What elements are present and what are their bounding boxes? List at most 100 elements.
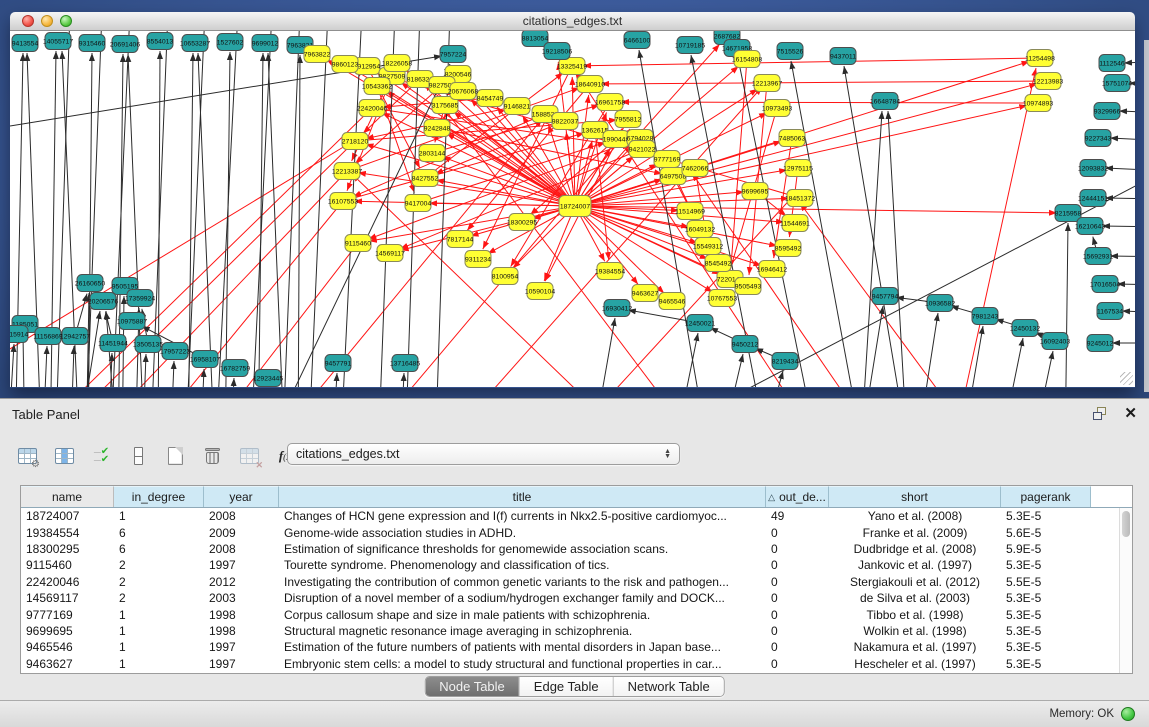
tab-network-table[interactable]: Network Table — [614, 677, 724, 696]
graph-node[interactable]: 16049132 — [685, 221, 715, 238]
graph-node[interactable]: 8427552 — [412, 170, 439, 187]
graph-node[interactable]: 16648784 — [870, 93, 900, 110]
graph-node[interactable]: 8545492 — [705, 255, 732, 272]
graph-node[interactable]: 16946412 — [757, 261, 787, 278]
graph-node[interactable]: 1990448 — [603, 131, 630, 148]
graph-node[interactable]: 9146821 — [504, 98, 531, 115]
graph-node[interactable]: 7462066 — [682, 160, 709, 177]
table-selector-dropdown[interactable]: citations_edges.txt ▲▼ — [287, 443, 680, 465]
graph-node[interactable]: 9227343 — [1085, 130, 1112, 147]
table-row[interactable]: 1938455462009Genome-wide association stu… — [21, 524, 1132, 540]
graph-node[interactable]: 17359924 — [125, 290, 155, 307]
graph-node[interactable]: 9413554 — [12, 35, 39, 52]
graph-node[interactable]: 3915914 — [10, 326, 28, 343]
graph-node[interactable]: 7817144 — [447, 231, 474, 248]
graph-node[interactable]: 9329966 — [1094, 103, 1121, 120]
graph-node[interactable]: 10653287 — [180, 35, 210, 52]
graph-node[interactable]: 15549312 — [693, 238, 723, 255]
close-window-icon[interactable] — [22, 15, 34, 27]
graph-node[interactable]: 7955812 — [615, 111, 642, 128]
graph-node[interactable]: 12213967 — [752, 75, 782, 92]
tab-edge-table[interactable]: Edge Table — [520, 677, 614, 696]
graph-node[interactable]: 11254498 — [1025, 50, 1055, 67]
graph-node[interactable]: 10719185 — [675, 37, 705, 54]
graph-node[interactable]: 12450021 — [685, 315, 715, 332]
column-header-short[interactable]: short — [829, 486, 1001, 507]
graph-node[interactable]: 7515526 — [777, 43, 804, 60]
table-row[interactable]: 946362711997Embryonic stem cells: a mode… — [21, 656, 1132, 672]
graph-node[interactable]: 7963822 — [304, 46, 331, 63]
graph-node[interactable]: 7957224 — [440, 46, 467, 63]
graph-node[interactable]: 2803144 — [419, 145, 446, 162]
graph-node[interactable]: 11544691 — [780, 215, 810, 232]
graph-node[interactable]: 2718120 — [342, 133, 369, 150]
graph-node[interactable]: 8100954 — [492, 268, 519, 285]
graph-node[interactable]: 1167534 — [1097, 303, 1123, 320]
graph-node[interactable]: 16210643 — [1075, 218, 1105, 235]
graph-node[interactable]: 10590104 — [525, 283, 555, 300]
graph-node[interactable]: 10974893 — [1023, 95, 1053, 112]
column-header-name[interactable]: name — [21, 486, 114, 507]
graph-node[interactable]: 26160650 — [75, 275, 105, 292]
graph-node[interactable]: 8215958 — [1055, 205, 1082, 222]
graph-node[interactable]: 9437011 — [830, 48, 856, 65]
graph-node[interactable]: 9457794 — [872, 288, 899, 305]
graph-node[interactable]: 6466100 — [624, 32, 651, 49]
graph-node[interactable]: 9463627 — [632, 285, 659, 302]
column-header-title[interactable]: title — [279, 486, 766, 507]
graph-node[interactable]: 9505493 — [735, 278, 762, 295]
graph-node[interactable]: 18226058 — [382, 55, 412, 72]
graph-node[interactable]: 8595492 — [775, 240, 802, 257]
column-header-pagerank[interactable]: pagerank — [1001, 486, 1091, 507]
graph-node[interactable]: 9450212 — [732, 336, 759, 353]
graph-node[interactable]: 9242848 — [424, 120, 451, 137]
graph-node[interactable]: 20676068 — [448, 83, 478, 100]
graph-node[interactable]: 10767553 — [707, 290, 737, 307]
graph-node[interactable]: 7981243 — [972, 308, 999, 325]
graph-node[interactable]: 9115460 — [345, 235, 371, 252]
graph-node[interactable]: 8454749 — [477, 90, 504, 107]
graph-node[interactable]: 10975887 — [117, 313, 147, 330]
column-header-in_degree[interactable]: in_degree — [114, 486, 204, 507]
graph-node[interactable]: 11451944 — [98, 335, 128, 352]
graph-node[interactable]: 17016504 — [1090, 276, 1120, 293]
graph-node[interactable]: 9315460 — [79, 35, 106, 52]
graph-node[interactable]: 12450132 — [1010, 320, 1040, 337]
graph-node[interactable]: 15692931 — [1083, 248, 1113, 265]
scrollbar-thumb[interactable] — [1122, 511, 1130, 537]
graph-node[interactable]: 12975115 — [783, 160, 813, 177]
table-row[interactable]: 969969511998Structural magnetic resonanc… — [21, 623, 1132, 639]
zoom-window-icon[interactable] — [60, 15, 72, 27]
window-resize-grip[interactable] — [1120, 372, 1133, 385]
graph-node[interactable]: 9245012 — [1087, 335, 1114, 352]
table-mode-icon[interactable]: ⚙ — [14, 443, 40, 469]
graph-node[interactable]: 11156869 — [33, 328, 62, 345]
table-scrollbar[interactable] — [1119, 508, 1132, 673]
table-row[interactable]: 977716911998Corpus callosum shape and si… — [21, 606, 1132, 622]
graph-node[interactable]: 22420046 — [357, 100, 387, 117]
graph-node[interactable]: 16154808 — [732, 51, 762, 68]
graph-node[interactable]: 18300295 — [507, 214, 537, 231]
graph-node[interactable]: 7485063 — [779, 130, 806, 147]
graph-node[interactable]: 17957223 — [160, 343, 190, 360]
table-row[interactable]: 1456911722003Disruption of a novel membe… — [21, 590, 1132, 606]
new-table-icon[interactable] — [162, 443, 188, 469]
graph-node[interactable]: 20691406 — [110, 36, 140, 53]
graph-node[interactable]: 11514969 — [675, 203, 705, 220]
column-header-out_de[interactable]: △out_de... — [766, 486, 829, 507]
graph-node[interactable]: 15751074 — [1102, 75, 1132, 92]
table-row[interactable]: 911546021997Tourette syndrome. Phenomeno… — [21, 557, 1132, 573]
graph-node[interactable]: 18640910 — [575, 76, 605, 93]
tab-node-table[interactable]: Node Table — [425, 677, 520, 696]
graph-node[interactable]: 8554013 — [147, 33, 174, 50]
graph-node[interactable]: 9311234 — [465, 251, 491, 268]
graph-node[interactable]: 8813054 — [522, 31, 549, 47]
row-height-icon[interactable] — [125, 443, 151, 469]
column-header-year[interactable]: year — [204, 486, 279, 507]
graph-node[interactable]: 19384554 — [595, 263, 625, 280]
delete-table-icon[interactable] — [199, 443, 225, 469]
graph-node[interactable]: 14055717 — [43, 33, 73, 50]
graph-node[interactable]: 13325419 — [557, 58, 587, 75]
graph-node[interactable]: 19218506 — [542, 43, 572, 60]
graph-node[interactable]: 12444151 — [1078, 190, 1108, 207]
